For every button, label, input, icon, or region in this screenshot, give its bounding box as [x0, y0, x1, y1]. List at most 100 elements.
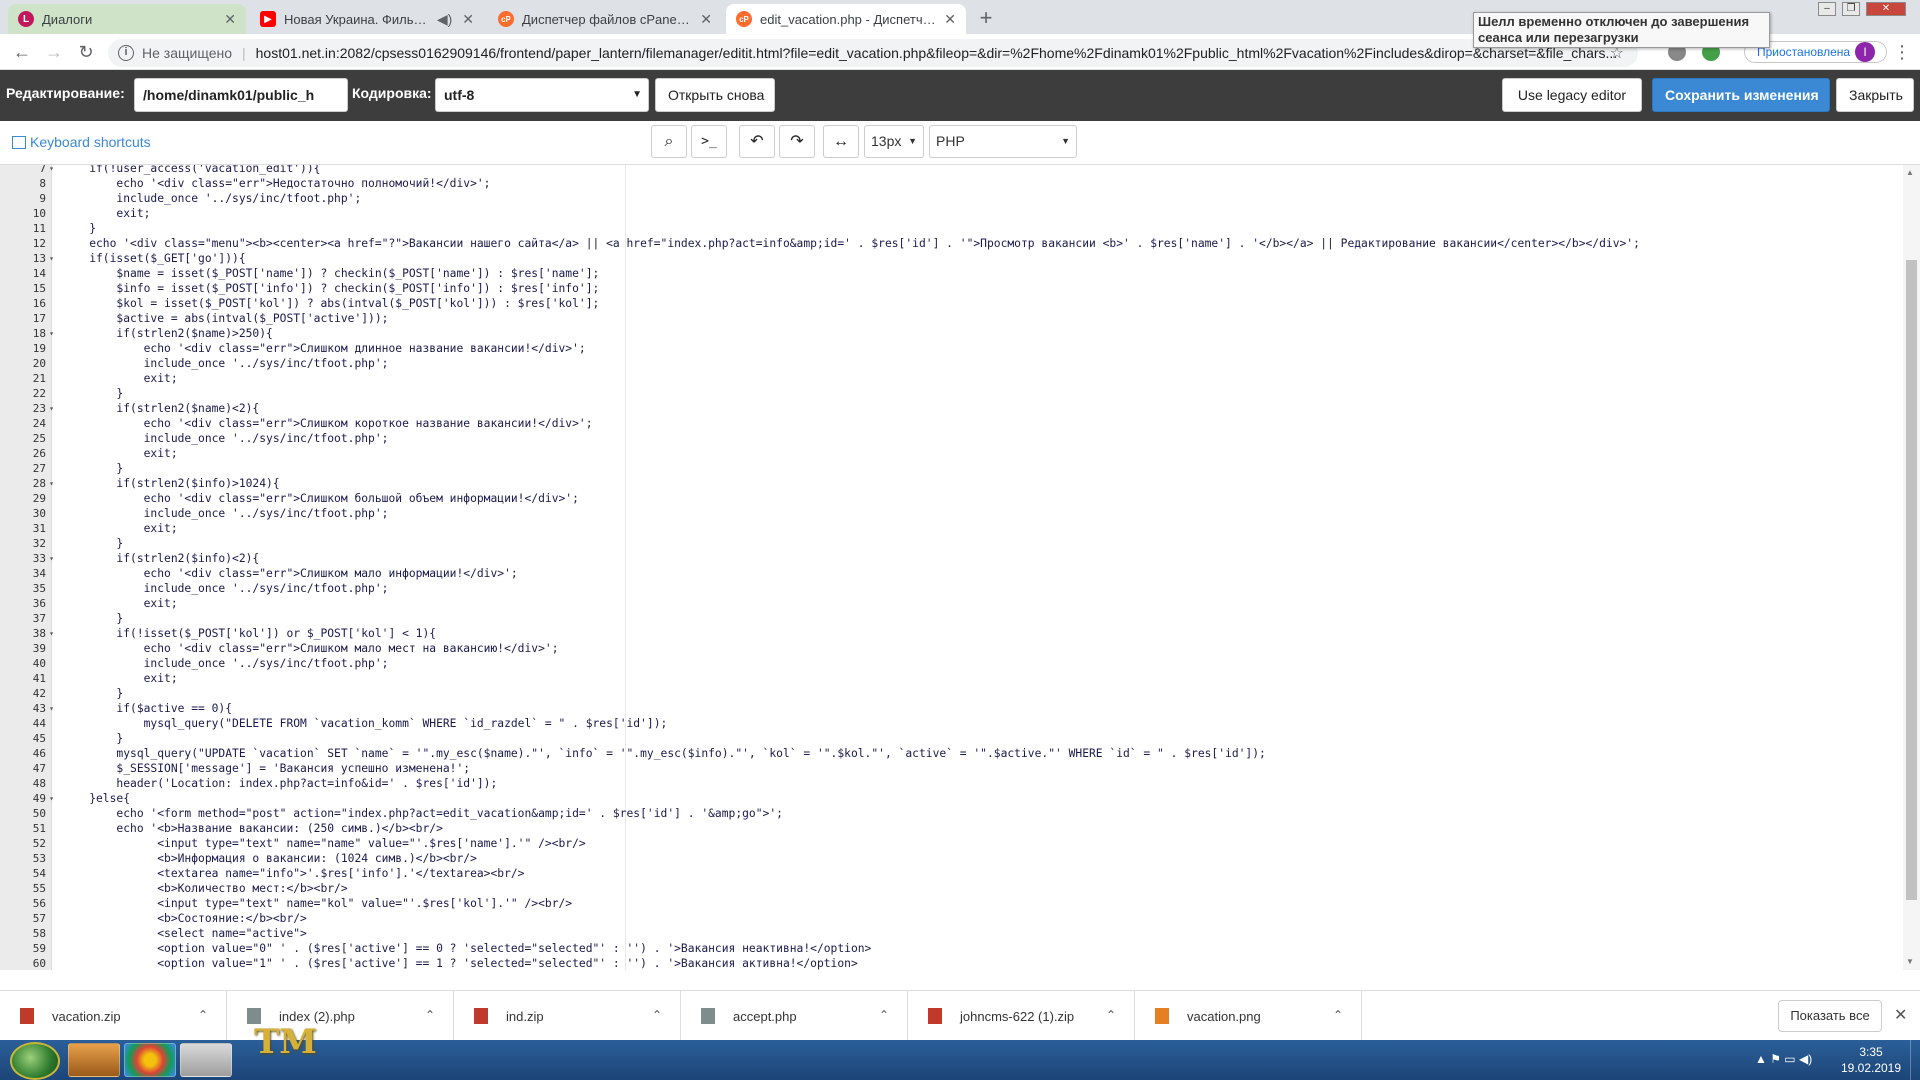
save-button[interactable]: Сохранить изменения	[1652, 78, 1830, 112]
chevron-down-icon: ▼	[632, 89, 642, 100]
security-label: Не защищено	[142, 45, 232, 61]
undo-button[interactable]: ↶	[739, 125, 775, 158]
line-number: 34	[32, 567, 46, 580]
close-button[interactable]: Закрыть	[1836, 78, 1914, 112]
fold-icon[interactable]: ▾	[49, 476, 54, 491]
code-line: include_once '../sys/inc/tfoot.php';	[62, 582, 389, 595]
download-item[interactable]: accept.php ⌃	[681, 991, 908, 1041]
tab-filemanager[interactable]: cP Диспетчер файлов cPanel верс ✕	[488, 4, 722, 34]
font-size-select[interactable]: 13px ▼	[864, 125, 924, 158]
fold-icon[interactable]: ▾	[49, 251, 54, 266]
fold-icon[interactable]: ▾	[49, 701, 54, 716]
system-tray[interactable]: ▲ ⚑ ▭ ◀)	[1755, 1052, 1812, 1066]
line-number: 56	[32, 897, 46, 910]
line-number: 36	[32, 597, 46, 610]
chevron-up-icon[interactable]: ⌃	[652, 1008, 662, 1022]
reopen-button[interactable]: Открыть снова	[655, 78, 775, 112]
divider: |	[242, 45, 246, 61]
line-number: 11	[32, 222, 46, 235]
forward-button[interactable]: →	[44, 42, 64, 62]
line-number: 43 ▾	[32, 702, 54, 715]
tab-dialogs[interactable]: L Диалоги ✕	[8, 4, 246, 34]
line-number: 10	[32, 207, 46, 220]
code-line: }else{	[62, 792, 131, 805]
scroll-down-icon[interactable]: ▼	[1906, 957, 1914, 966]
taskbar-app-files[interactable]	[180, 1043, 232, 1077]
close-icon[interactable]: ✕	[1894, 1005, 1907, 1025]
show-all-button[interactable]: Показать все	[1778, 1000, 1882, 1032]
back-button[interactable]: ←	[12, 42, 32, 62]
download-item[interactable]: vacation.png ⌃	[1135, 991, 1362, 1041]
line-number: 35	[32, 582, 46, 595]
print-margin	[625, 165, 626, 970]
download-name: vacation.png	[1187, 1008, 1261, 1024]
minimize-button[interactable]: –	[1818, 2, 1836, 16]
line-number: 53	[32, 852, 46, 865]
info-icon[interactable]: i	[118, 45, 134, 61]
encoding-select[interactable]: utf-8 ▼	[435, 78, 649, 112]
taskbar-app-chrome[interactable]	[124, 1043, 176, 1077]
wrap-button[interactable]: ↔	[823, 125, 859, 158]
start-button[interactable]	[10, 1042, 60, 1080]
tab-edit-vacation[interactable]: cP edit_vacation.php - Диспетчер ф ✕	[726, 4, 966, 34]
line-number: 48	[32, 777, 46, 790]
download-name: vacation.zip	[52, 1008, 121, 1024]
avatar[interactable]: I	[1855, 42, 1875, 62]
code-line: mysql_query("DELETE FROM `vacation_komm`…	[62, 717, 668, 730]
fold-icon[interactable]: ▾	[49, 326, 54, 341]
menu-dots-icon[interactable]: ⋮	[1893, 42, 1911, 62]
new-tab-button[interactable]: +	[972, 7, 1000, 31]
code-line: echo '<form method="post" action="index.…	[62, 807, 783, 820]
legacy-editor-button[interactable]: Use legacy editor	[1502, 78, 1642, 112]
chevron-up-icon[interactable]: ⌃	[425, 1008, 435, 1022]
line-number: 60	[32, 957, 46, 970]
mode-select[interactable]: PHP ▼	[929, 125, 1077, 158]
keyboard-shortcuts-link[interactable]: Keyboard shortcuts	[12, 134, 151, 150]
taskbar-app-explorer[interactable]	[68, 1043, 120, 1077]
zip-icon	[20, 1008, 34, 1024]
search-icon: ⌕	[664, 133, 674, 150]
fold-icon[interactable]: ▾	[49, 791, 54, 806]
line-number: 50	[32, 807, 46, 820]
scrollbar-thumb[interactable]	[1906, 260, 1917, 900]
path-field[interactable]: /home/dinamk01/public_h	[134, 78, 348, 112]
scroll-up-icon[interactable]: ▲	[1906, 168, 1914, 177]
close-icon[interactable]: ✕	[462, 11, 474, 28]
code-line: echo '<div class="err">Слишком короткое …	[62, 417, 593, 430]
code-line: }	[62, 462, 124, 475]
chevron-up-icon[interactable]: ⌃	[1106, 1008, 1116, 1022]
chevron-up-icon[interactable]: ⌃	[879, 1008, 889, 1022]
code-line: exit;	[62, 372, 178, 385]
show-desktop-button[interactable]	[1910, 1040, 1920, 1080]
window-close-button[interactable]: ✕	[1866, 2, 1906, 16]
download-item[interactable]: ind.zip ⌃	[454, 991, 681, 1041]
chevron-up-icon[interactable]: ⌃	[1333, 1008, 1343, 1022]
tab-film[interactable]: ▶ Новая Украина. Фильм 1-й. ◀) ✕	[250, 4, 484, 34]
code-line: include_once '../sys/inc/tfoot.php';	[62, 357, 389, 370]
close-icon[interactable]: ✕	[224, 11, 236, 28]
code-line: <input type="text" name="name" value="'.…	[62, 837, 586, 850]
zip-icon	[928, 1008, 942, 1024]
code-line: <b>Количество мест:</b><br/>	[62, 882, 348, 895]
fold-icon[interactable]: ▾	[49, 551, 54, 566]
address-bar[interactable]: i Не защищено | host01.net.in:2082/cpses…	[108, 39, 1638, 67]
download-item[interactable]: vacation.zip ⌃	[0, 991, 227, 1041]
search-button[interactable]: ⌕	[651, 125, 687, 158]
clock[interactable]: 3:35 19.02.2019	[1836, 1044, 1906, 1076]
code-editor[interactable]: 7 ▾ 8 9 10 11 12 13 ▾ 14 15 16 17 18 ▾ 19 20 21 22 23 ▾ 24 25 2…	[0, 165, 1920, 970]
download-item[interactable]: johncms-622 (1).zip ⌃	[908, 991, 1135, 1041]
chevron-up-icon[interactable]: ⌃	[198, 1008, 208, 1022]
fold-icon[interactable]: ▾	[49, 626, 54, 641]
line-number: 55	[32, 882, 46, 895]
reload-button[interactable]: ↻	[76, 42, 96, 62]
fold-icon[interactable]: ▾	[49, 165, 54, 176]
maximize-button[interactable]: ❐	[1842, 2, 1860, 16]
close-icon[interactable]: ✕	[944, 11, 956, 28]
fold-icon[interactable]: ▾	[49, 401, 54, 416]
goto-line-button[interactable]: >_	[691, 125, 727, 158]
encoding-label: Кодировка:	[352, 85, 432, 101]
line-number: 19	[32, 342, 46, 355]
close-icon[interactable]: ✕	[700, 11, 712, 28]
redo-button[interactable]: ↷	[779, 125, 815, 158]
audio-icon: ◀)	[436, 10, 453, 27]
